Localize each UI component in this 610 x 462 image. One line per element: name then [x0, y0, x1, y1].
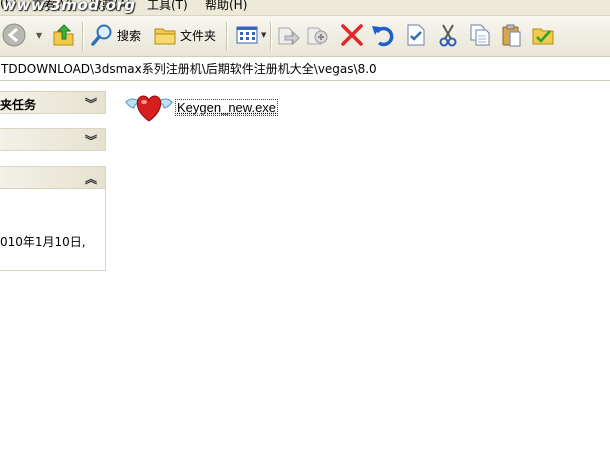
back-arrow-icon	[2, 23, 26, 47]
move-to-button[interactable]	[276, 21, 300, 49]
cut-button[interactable]	[436, 21, 460, 49]
scissors-icon	[439, 24, 457, 47]
folder-options-button[interactable]	[531, 21, 555, 49]
back-dropdown-button[interactable]: ▼	[36, 21, 42, 49]
folder-check-icon	[532, 28, 554, 45]
delete-x-icon	[341, 24, 363, 46]
copy-button[interactable]	[468, 21, 492, 49]
folder-tasks-title: 夹任务	[0, 98, 37, 112]
properties-page-icon	[407, 24, 425, 46]
up-folder-button[interactable]	[52, 21, 76, 49]
search-button[interactable]: 搜索	[90, 21, 141, 49]
folder-icon	[154, 28, 176, 45]
back-button[interactable]	[2, 21, 26, 49]
task-pane: 夹任务 ︾ ︾ ︽ 010年1月10日,	[0, 81, 107, 462]
chevron-double-up-icon[interactable]: ︽	[85, 170, 97, 187]
address-path[interactable]: TDDOWNLOAD\3dsmax系列注册机\后期软件注册机大全\vegas\8…	[1, 60, 377, 77]
toolbar-separator	[82, 22, 84, 50]
menu-tools[interactable]: 工具(T)	[147, 0, 188, 13]
details-header[interactable]: ︽	[0, 166, 106, 189]
paste-button[interactable]	[500, 21, 524, 49]
chevron-down-icon: ▼	[36, 30, 43, 40]
address-bar[interactable]: TDDOWNLOAD\3dsmax系列注册机\后期软件注册机大全\vegas\8…	[0, 57, 610, 81]
move-to-folder-icon	[278, 27, 300, 46]
copy-to-folder-icon	[307, 27, 328, 45]
file-name[interactable]: Keygen_new.exe	[174, 98, 279, 116]
site-watermark: www.3mod.org	[2, 0, 136, 14]
heart-wings-icon	[125, 95, 173, 122]
details-date: 010年1月10日,	[0, 235, 86, 249]
menu-help[interactable]: 帮助(H)	[205, 0, 247, 13]
copy-pages-icon	[470, 24, 490, 46]
views-button[interactable]: ▼	[235, 21, 266, 49]
toolbar: ▼ 搜索 文件夹 ▼	[0, 16, 610, 57]
folders-label: 文件夹	[180, 28, 217, 43]
chevron-double-down-icon[interactable]: ︾	[85, 132, 97, 149]
undo-icon	[372, 26, 394, 47]
other-places-header[interactable]: ︾	[0, 128, 106, 151]
clipboard-icon	[502, 24, 521, 47]
folder-tasks-header[interactable]: 夹任务 ︾	[0, 91, 106, 114]
undo-button[interactable]	[371, 21, 395, 49]
chevron-down-icon: ▼	[261, 31, 267, 39]
properties-button[interactable]	[404, 21, 428, 49]
folder-up-icon	[53, 24, 74, 46]
menu-bar: (E) 查看(V) 收藏(A) 工具(T) 帮助(H) www.3mod.org	[0, 0, 610, 16]
toolbar-separator	[270, 22, 272, 50]
views-grid-icon	[236, 26, 258, 44]
file-item[interactable]: Keygen_new.exe	[124, 90, 279, 124]
delete-button[interactable]	[340, 21, 364, 49]
search-icon	[91, 24, 112, 46]
details-panel: 010年1月10日,	[0, 189, 106, 271]
search-label: 搜索	[117, 28, 142, 43]
copy-to-button[interactable]	[306, 21, 330, 49]
chevron-double-down-icon[interactable]: ︾	[85, 95, 97, 112]
toolbar-separator	[226, 22, 228, 50]
folders-button[interactable]: 文件夹	[153, 21, 216, 49]
